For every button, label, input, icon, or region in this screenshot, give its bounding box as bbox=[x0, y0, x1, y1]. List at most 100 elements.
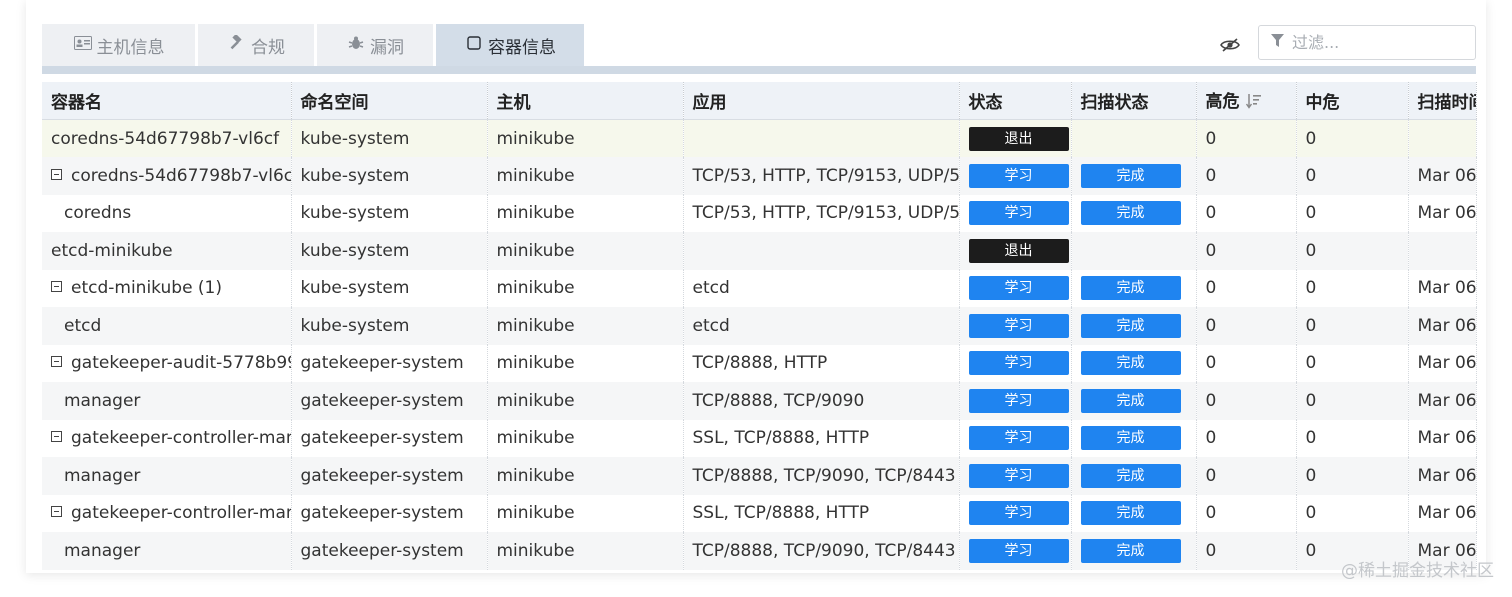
table-row[interactable]: etcd kube-system minikube etcd 学习完成 0 0 Mar 06,… bbox=[42, 307, 1477, 345]
namespace: gatekeeper-system bbox=[300, 465, 464, 486]
cell-container-name[interactable]: coredns-54d67798b7-vl6cf bbox=[42, 119, 292, 157]
filter-input[interactable] bbox=[1292, 33, 1452, 52]
cell-status: 学习 bbox=[959, 419, 1072, 457]
table-row[interactable]: coredns-54d67798b7-vl6cf (1) kube-system m… bbox=[42, 157, 1477, 195]
namespace: kube-system bbox=[300, 165, 410, 186]
cell-container-name[interactable]: gatekeeper-controller-manager bbox=[42, 494, 292, 532]
scan-status-badge: 完成 bbox=[1080, 163, 1181, 188]
scan-time: Mar 06, 2021 bbox=[1417, 465, 1476, 486]
cell-scan-time: Mar 06, 2021 bbox=[1408, 307, 1477, 345]
application: etcd bbox=[692, 278, 730, 299]
cell-high: 0 bbox=[1196, 419, 1297, 457]
cell-scan-time: Mar 06, 2021 bbox=[1408, 344, 1477, 382]
table-row[interactable]: coredns-54d67798b7-vl6cf kube-system minik… bbox=[42, 119, 1477, 157]
collapse-icon[interactable] bbox=[51, 356, 62, 368]
host: minikube bbox=[496, 390, 575, 411]
column-header-scan-time[interactable]: 扫描时间 bbox=[1408, 82, 1477, 120]
cell-scan-time: Mar 06, 2021 bbox=[1408, 382, 1477, 420]
table-row[interactable]: manager gatekeeper-system minikube TCP/8888… bbox=[42, 382, 1477, 420]
cell-namespace: kube-system bbox=[291, 119, 488, 157]
cell-container-name[interactable]: coredns-54d67798b7-vl6cf (1) bbox=[42, 157, 292, 195]
cell-application: etcd bbox=[683, 307, 960, 345]
cell-container-name[interactable]: gatekeeper-controller-manager bbox=[42, 419, 292, 457]
cell-scan-time: Mar 06, 2021 bbox=[1408, 457, 1477, 495]
cell-scan-status: 完成 bbox=[1071, 457, 1197, 495]
cell-application: SSL, TCP/8888, HTTP bbox=[683, 419, 960, 457]
cell-container-name[interactable]: manager bbox=[42, 382, 292, 420]
namespace: gatekeeper-system bbox=[300, 390, 464, 411]
table-row[interactable]: etcd-minikube (1) kube-system minikube etcd… bbox=[42, 269, 1477, 307]
collapse-icon[interactable] bbox=[51, 431, 62, 443]
cell-container-name[interactable]: etcd-minikube bbox=[42, 232, 292, 270]
cell-medium: 0 bbox=[1296, 457, 1409, 495]
cell-container-name[interactable]: etcd-minikube (1) bbox=[42, 269, 292, 307]
application: TCP/8888, TCP/9090, TCP/8443 bbox=[692, 465, 956, 486]
medium-count: 0 bbox=[1305, 503, 1317, 524]
sort-desc-icon[interactable] bbox=[1245, 93, 1262, 114]
table-row[interactable]: gatekeeper-audit-5778b999fc gatekeeper-sy… bbox=[42, 344, 1477, 382]
table-row[interactable]: gatekeeper-controller-manager gatekeeper-… bbox=[42, 494, 1477, 532]
high-count: 0 bbox=[1205, 203, 1217, 224]
tab-compliance[interactable]: 合规 bbox=[198, 24, 314, 66]
scan-time: Mar 06, 2021 bbox=[1417, 428, 1476, 449]
column-header-host[interactable]: 主机 bbox=[487, 82, 684, 120]
filter-field[interactable] bbox=[1258, 25, 1476, 60]
container-table: 容器名 命名空间 主机 应用 状态 扫描状态 高危 中危 扫描时间 coredn… bbox=[42, 82, 1477, 570]
medium-count: 0 bbox=[1305, 540, 1317, 561]
cell-container-name[interactable]: gatekeeper-audit-5778b999fc bbox=[42, 344, 292, 382]
table-row[interactable]: gatekeeper-controller-manager gatekeeper-… bbox=[42, 419, 1477, 457]
cell-container-name[interactable]: etcd bbox=[42, 307, 292, 345]
column-header-scan-status[interactable]: 扫描状态 bbox=[1071, 82, 1197, 120]
tab-label: 容器信息 bbox=[488, 37, 556, 58]
high-count: 0 bbox=[1205, 278, 1217, 299]
column-header-status[interactable]: 状态 bbox=[959, 82, 1072, 120]
scan-status-badge: 完成 bbox=[1080, 351, 1181, 376]
tab-host-info[interactable]: 主机信息 bbox=[42, 24, 195, 66]
column-header-namespace[interactable]: 命名空间 bbox=[291, 82, 488, 120]
column-header-high[interactable]: 高危 bbox=[1196, 82, 1297, 120]
high-count: 0 bbox=[1205, 503, 1217, 524]
namespace: kube-system bbox=[300, 278, 410, 299]
container-info-panel: 主机信息 合规 漏洞 容器信息 过滤... 容器名 命名空间 主机 应用 状态 … bbox=[26, 0, 1486, 573]
cell-medium: 0 bbox=[1296, 194, 1409, 232]
cell-namespace: gatekeeper-system bbox=[291, 419, 488, 457]
namespace: kube-system bbox=[300, 315, 410, 336]
host: minikube bbox=[496, 503, 575, 524]
column-header-medium[interactable]: 中危 bbox=[1296, 82, 1409, 120]
status-badge: 学习 bbox=[968, 313, 1069, 338]
collapse-icon[interactable] bbox=[51, 281, 62, 293]
namespace: kube-system bbox=[300, 240, 410, 261]
namespace: kube-system bbox=[300, 128, 410, 149]
watermark: @稀土掘金技术社区 bbox=[1341, 561, 1494, 581]
scan-time: Mar 06, 2021 bbox=[1417, 353, 1476, 374]
column-header-label: 高危 bbox=[1205, 92, 1240, 112]
cell-container-name[interactable]: manager bbox=[42, 532, 292, 570]
cell-container-name[interactable]: manager bbox=[42, 457, 292, 495]
cell-status: 学习 bbox=[959, 382, 1072, 420]
cell-container-name[interactable]: coredns bbox=[42, 194, 292, 232]
high-count: 0 bbox=[1205, 465, 1217, 486]
host: minikube bbox=[496, 278, 575, 299]
cell-status: 学习 bbox=[959, 194, 1072, 232]
scan-status-badge: 完成 bbox=[1080, 426, 1181, 451]
column-header-container-name[interactable]: 容器名 bbox=[42, 82, 292, 120]
cell-scan-status: 完成 bbox=[1071, 157, 1197, 195]
eye-slash-icon[interactable] bbox=[1218, 34, 1242, 56]
table-row[interactable]: etcd-minikube kube-system minikube 退出 0 0 bbox=[42, 232, 1477, 270]
container-name: manager bbox=[64, 465, 141, 486]
collapse-icon[interactable] bbox=[51, 506, 62, 518]
tab-container-info[interactable]: 容器信息 bbox=[436, 24, 584, 66]
tab-label: 主机信息 bbox=[96, 37, 165, 58]
application: TCP/8888, HTTP bbox=[692, 353, 828, 374]
table-row[interactable]: coredns kube-system minikube TCP/53, HTTP, … bbox=[42, 194, 1477, 232]
status-badge: 学习 bbox=[968, 163, 1069, 188]
column-header-application[interactable]: 应用 bbox=[683, 82, 960, 120]
cell-status: 学习 bbox=[959, 157, 1072, 195]
tab-vulnerabilities[interactable]: 漏洞 bbox=[317, 24, 433, 66]
table-row[interactable]: manager gatekeeper-system minikube TCP/8888… bbox=[42, 532, 1477, 570]
scan-status-badge: 完成 bbox=[1080, 463, 1181, 488]
medium-count: 0 bbox=[1305, 128, 1317, 149]
cell-namespace: kube-system bbox=[291, 269, 488, 307]
collapse-icon[interactable] bbox=[51, 168, 62, 180]
table-row[interactable]: manager gatekeeper-system minikube TCP/8888… bbox=[42, 457, 1477, 495]
